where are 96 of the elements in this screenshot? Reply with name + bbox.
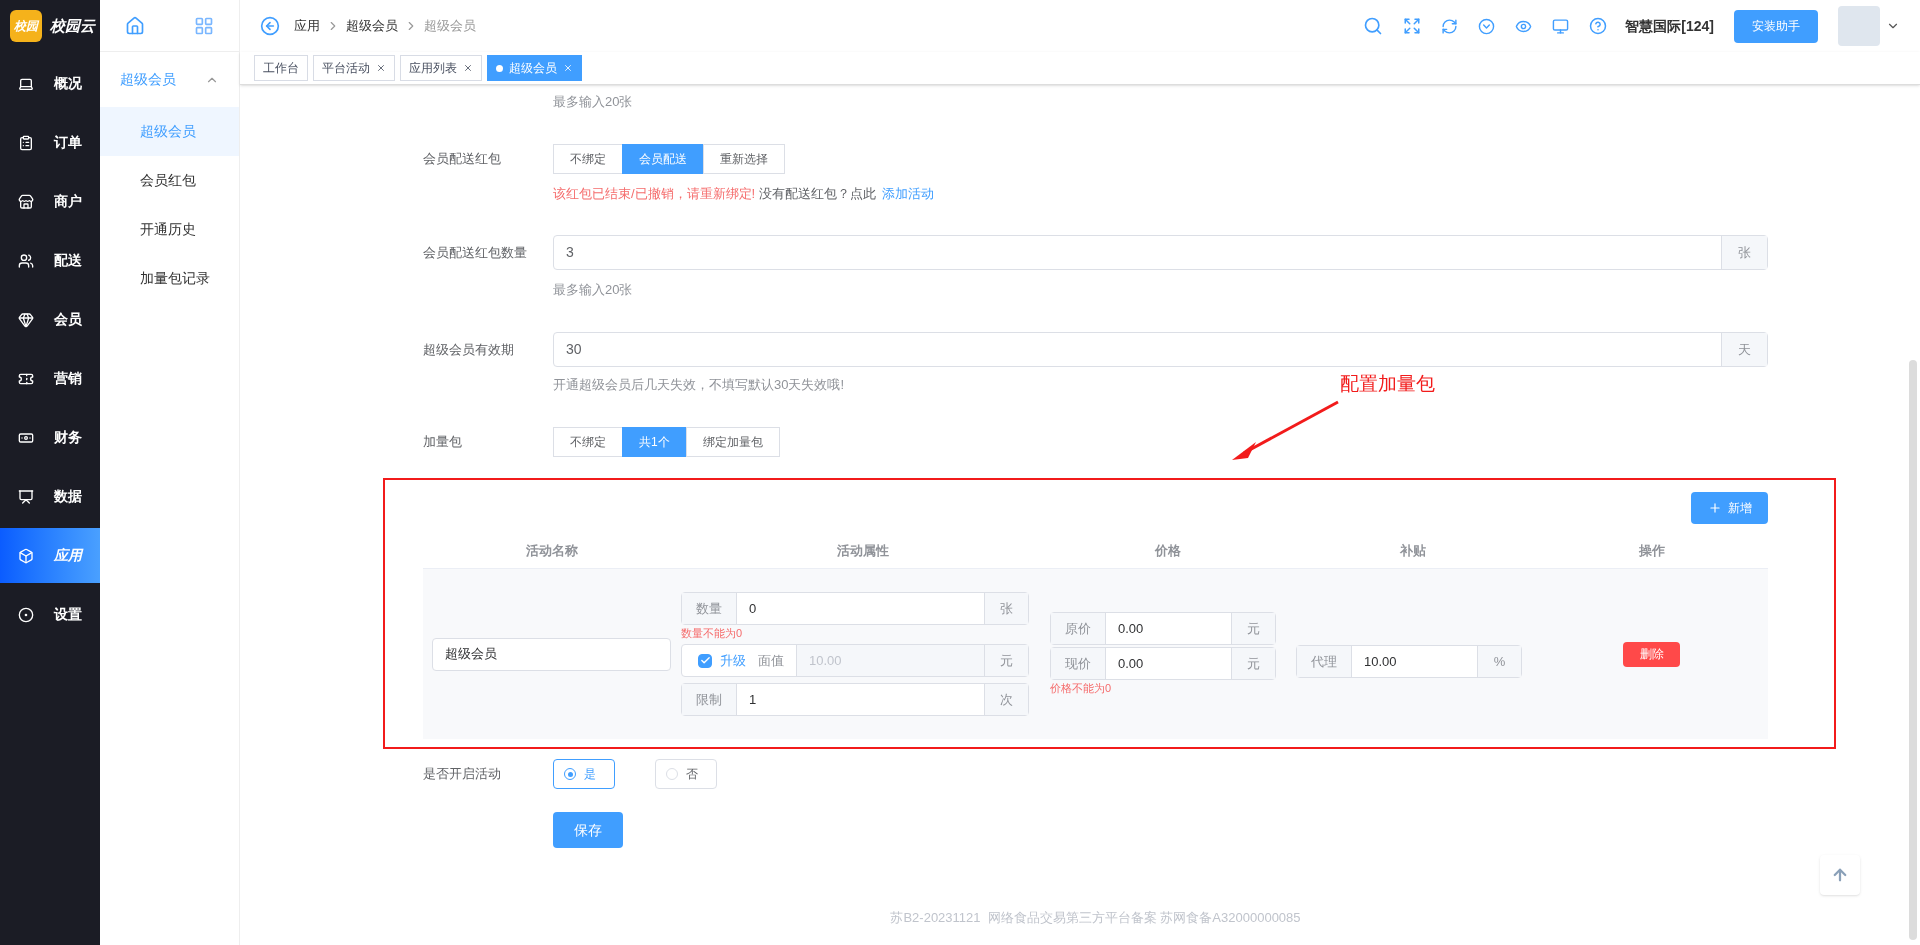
error-text: 价格不能为0 — [1050, 681, 1113, 696]
option-button[interactable]: 重新选择 — [703, 144, 785, 174]
input-field[interactable]: 数量 0 张 — [681, 592, 1029, 625]
form-label: 会员配送红包数量 — [423, 243, 528, 262]
logo-name: 校园云 — [50, 15, 95, 36]
column-header: 活动名称 — [524, 541, 579, 560]
subnav-item[interactable]: 会员红包 — [100, 156, 239, 205]
close-icon[interactable] — [563, 63, 573, 73]
form-label: 会员配送红包 — [423, 150, 502, 169]
ring-icon — [18, 606, 34, 623]
unit-label: 元 — [1231, 648, 1275, 679]
form-label: 是否开启活动 — [423, 765, 502, 784]
breadcrumb-link[interactable]: 应用 — [294, 16, 320, 36]
sidebar-item[interactable]: 财务 — [0, 410, 100, 465]
note-text: 没有配送红包？点此 — [759, 185, 877, 204]
column-header: 补贴 — [1398, 541, 1427, 560]
form-label: 加量包 — [423, 433, 463, 452]
sidebar-item[interactable]: 会员 — [0, 292, 100, 347]
unit-label: 元 — [1231, 613, 1275, 644]
hint-text: 最多输入20张 — [553, 93, 633, 111]
field-value: 10.00 — [1363, 652, 1398, 671]
close-icon[interactable] — [376, 63, 386, 73]
upgrade-label: 升级 — [720, 651, 746, 670]
back-icon[interactable] — [260, 16, 280, 36]
search-icon[interactable] — [1363, 16, 1384, 36]
column-header: 价格 — [1153, 541, 1182, 560]
column-header: 操作 — [1637, 541, 1666, 560]
unit-label: 张 — [1721, 236, 1767, 269]
back-to-top-button[interactable] — [1820, 855, 1860, 895]
users-icon — [18, 252, 34, 269]
sidebar-item[interactable]: 订单 — [0, 115, 100, 170]
field-label: 原价 — [1051, 613, 1106, 644]
field-value: 30 — [565, 340, 583, 359]
expand-icon[interactable] — [1403, 17, 1422, 35]
field-label: 面值 — [758, 651, 785, 670]
unit-label: 元 — [984, 645, 1028, 676]
monitor-icon[interactable] — [1552, 17, 1570, 35]
home-icon[interactable] — [124, 15, 145, 36]
field-value: 0 — [748, 599, 758, 618]
presentation-icon — [18, 488, 34, 505]
unit-label: 次 — [984, 684, 1028, 715]
hint-text: 开通超级会员后几天失效，不填写默认30天失效哦! — [553, 376, 845, 394]
hint-text: 最多输入20张 — [553, 281, 633, 299]
annotation-text: 配置加量包 — [1340, 372, 1435, 396]
clipboard-icon — [18, 134, 34, 151]
page-tab[interactable]: 应用列表 — [400, 55, 482, 81]
gem-icon — [18, 311, 34, 328]
sidebar-item[interactable]: 配送 — [0, 233, 100, 288]
field-value: 0.00 — [1117, 654, 1145, 673]
field-label: 限制 — [682, 684, 737, 715]
error-text: 数量不能为0 — [681, 626, 744, 641]
input-field[interactable]: 代理 10.00 % — [1296, 645, 1522, 678]
sidebar-item[interactable]: 概况 — [0, 56, 100, 111]
input-field[interactable]: 限制 1 次 — [681, 683, 1029, 716]
field-label: 现价 — [1051, 648, 1106, 679]
subnav-item[interactable]: 开通历史 — [100, 205, 239, 254]
chevron-circle-icon[interactable] — [1478, 17, 1496, 35]
unit-label: % — [1477, 646, 1521, 677]
column-header: 活动属性 — [835, 541, 890, 560]
unit-label: 天 — [1721, 333, 1767, 366]
sidebar-item[interactable]: 数据 — [0, 469, 100, 524]
sidebar-item[interactable]: 商户 — [0, 174, 100, 229]
store-icon — [18, 193, 34, 210]
sidebar-item[interactable]: 营销 — [0, 351, 100, 406]
error-text: 该红包已结束/已撤销，请重新绑定! — [553, 185, 756, 204]
grid-icon[interactable] — [194, 15, 215, 36]
radio-option[interactable]: 否 — [655, 759, 717, 789]
org-name: 智慧国际[124] — [1625, 16, 1714, 36]
input-field[interactable]: 30 天 — [553, 332, 1768, 367]
refresh-icon[interactable] — [1441, 17, 1459, 35]
input-field[interactable]: 原价 0.00 元 — [1050, 612, 1276, 645]
cube-icon — [18, 547, 34, 564]
field-value: 0.00 — [1117, 619, 1145, 638]
option-button[interactable]: 绑定加量包 — [685, 427, 780, 457]
name-field[interactable]: 超级会员 — [432, 637, 671, 671]
option-button[interactable]: 不绑定 — [553, 144, 623, 174]
input-field[interactable]: 现价 0.00 元 — [1050, 647, 1276, 680]
field-value: 1 — [748, 690, 758, 709]
logo-badge: 校园 — [10, 10, 42, 42]
unit-label: 张 — [984, 593, 1028, 624]
input-field[interactable]: 3 张 — [553, 235, 1768, 270]
plus-icon — [1707, 501, 1722, 515]
field-value: 3 — [565, 243, 575, 262]
option-button[interactable]: 不绑定 — [553, 427, 623, 457]
page-tab[interactable]: 工作台 — [254, 55, 308, 81]
field-label: 数量 — [682, 593, 737, 624]
close-icon[interactable] — [463, 63, 473, 73]
subnav-item[interactable]: 加量包记录 — [100, 254, 239, 303]
help-icon[interactable] — [1589, 17, 1608, 35]
field-label: 代理 — [1297, 646, 1352, 677]
form-label: 超级会员有效期 — [423, 340, 515, 359]
breadcrumb-link[interactable]: 超级会员 — [346, 16, 398, 36]
upgrade-checkbox[interactable] — [698, 653, 712, 668]
check-icon — [699, 655, 711, 666]
sidebar-item[interactable]: 设置 — [0, 587, 100, 642]
page-tab[interactable]: 平台活动 — [313, 55, 395, 81]
